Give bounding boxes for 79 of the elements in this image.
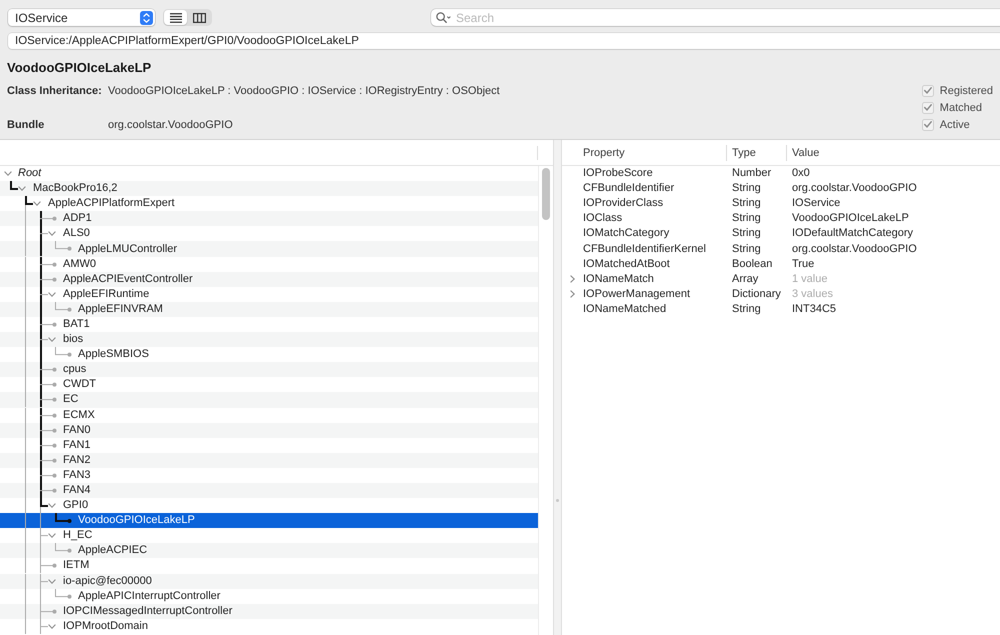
tree-row[interactable]: FAN0 <box>0 422 538 438</box>
table-cell-text: String <box>731 196 762 212</box>
tree-row[interactable]: AppleACPIEC <box>0 543 538 558</box>
table-cell-text: String <box>731 302 762 317</box>
node-title: VoodooGPIOIceLakeLP <box>7 60 152 76</box>
table-cell-text: CFBundleIdentifierKernel <box>583 242 707 257</box>
table-cell-text: 1 value <box>791 272 828 287</box>
checkbox-label: Registered <box>940 84 993 96</box>
checkmark-icon <box>924 87 932 94</box>
chevron-down-icon[interactable] <box>48 624 56 629</box>
table-cell-text: IOMatchCategory <box>583 226 670 242</box>
tree-row[interactable]: FAN2 <box>0 452 538 468</box>
table-cell-text: CFBundleIdentifier <box>583 181 676 196</box>
tree-row[interactable]: MacBookPro16,2 <box>0 181 538 196</box>
column-header[interactable]: Type <box>726 144 786 160</box>
up-down-chevron-icon <box>140 10 153 24</box>
table-cell-text: Number <box>731 166 772 182</box>
table-cell-text: IOMatchedAtBoot <box>583 256 671 272</box>
tree-row[interactable]: ADP1 <box>0 211 538 226</box>
column-header[interactable]: Value <box>786 144 1000 160</box>
table-cell-text: String <box>731 211 762 226</box>
table-cell-text: org.coolstar.VoodooGPIO <box>791 181 918 196</box>
table-cell-text: IOProviderClass <box>583 196 664 212</box>
table-cell-text: IOClass <box>583 211 624 226</box>
chevron-down-icon[interactable] <box>48 578 56 584</box>
field-label: Class Inheritance: <box>7 84 103 96</box>
table-cell-text: IONameMatched <box>583 302 668 317</box>
chevron-down-icon[interactable] <box>18 186 26 192</box>
tree-row[interactable]: bios <box>0 332 538 348</box>
list-view-button[interactable] <box>164 10 187 25</box>
tree-row[interactable]: VoodooGPIOIceLakeLP <box>0 513 538 528</box>
chevron-down-icon[interactable] <box>48 292 56 297</box>
checkbox-label: Active <box>940 118 970 130</box>
table-cell-text: INT34C5 <box>791 302 838 317</box>
tree-row[interactable]: IOPCIMessagedInterruptController <box>0 604 538 619</box>
chevron-down-icon[interactable] <box>33 201 41 206</box>
split-handle[interactable] <box>556 498 559 502</box>
table-cell-text: IONameMatch <box>583 272 655 287</box>
column-header[interactable]: Property <box>583 144 726 160</box>
tree-row[interactable]: cpus <box>0 362 538 378</box>
table-cell-text: True <box>791 256 816 272</box>
chevron-down-icon[interactable] <box>48 337 56 342</box>
chevron-down-icon[interactable] <box>4 171 12 176</box>
table-cell-text: IODefaultMatchCategory <box>791 226 914 242</box>
search-icon <box>436 12 451 23</box>
table-cell-text: String <box>731 226 762 242</box>
table-cell-text: 3 values <box>791 286 834 302</box>
path-field[interactable]: IOService:/AppleACPIPlatformExpert/GPI0/VoodooGPIOIceLakeLP <box>8 33 1000 49</box>
field-value: org.coolstar.VoodooGPIO <box>108 118 234 130</box>
tree-row[interactable]: AppleEFINVRAM <box>0 302 538 317</box>
chevron-down-icon[interactable] <box>48 503 56 508</box>
table-cell-text: org.coolstar.VoodooGPIO <box>791 242 918 257</box>
table-cell-text: IOProbeScore <box>583 166 654 182</box>
tree-row[interactable]: AppleLMUController <box>0 241 538 257</box>
table-cell-text: String <box>731 181 762 196</box>
table-cell-text: IOPowerManagement <box>583 286 691 302</box>
chevron-down-icon[interactable] <box>48 533 56 538</box>
chevron-down-icon[interactable] <box>48 231 56 236</box>
table-cell-text: IOService <box>791 196 842 212</box>
tree-row[interactable]: io-apic@fec00000 <box>0 574 538 589</box>
tree-row[interactable]: FAN4 <box>0 482 538 498</box>
table-cell-text: VoodooGPIOIceLakeLP <box>791 211 910 226</box>
checkmark-icon <box>924 104 932 111</box>
search-field[interactable]: Search <box>431 9 1000 26</box>
table-cell-text: Array <box>731 272 760 287</box>
checkmark-icon <box>924 121 932 128</box>
table-cell-text: String <box>731 242 762 257</box>
columns-icon <box>193 12 206 22</box>
field-label: Bundle <box>7 118 46 130</box>
scrollbar-thumb[interactable] <box>542 168 550 220</box>
checkbox-label: Matched <box>940 102 982 114</box>
plane-popup[interactable]: IOService <box>8 9 155 26</box>
tree-row[interactable]: EC <box>0 392 538 408</box>
table-cell-text: Boolean <box>731 256 774 272</box>
field-value: VoodooGPIOIceLakeLP : VoodooGPIO : IOService : IORegistryEntry : OSObject <box>108 84 500 96</box>
tree-row[interactable]: AppleACPIEventController <box>0 272 538 287</box>
table-cell-text: 0x0 <box>791 166 811 182</box>
table-cell-text: Dictionary <box>731 286 782 302</box>
list-icon <box>170 12 182 22</box>
